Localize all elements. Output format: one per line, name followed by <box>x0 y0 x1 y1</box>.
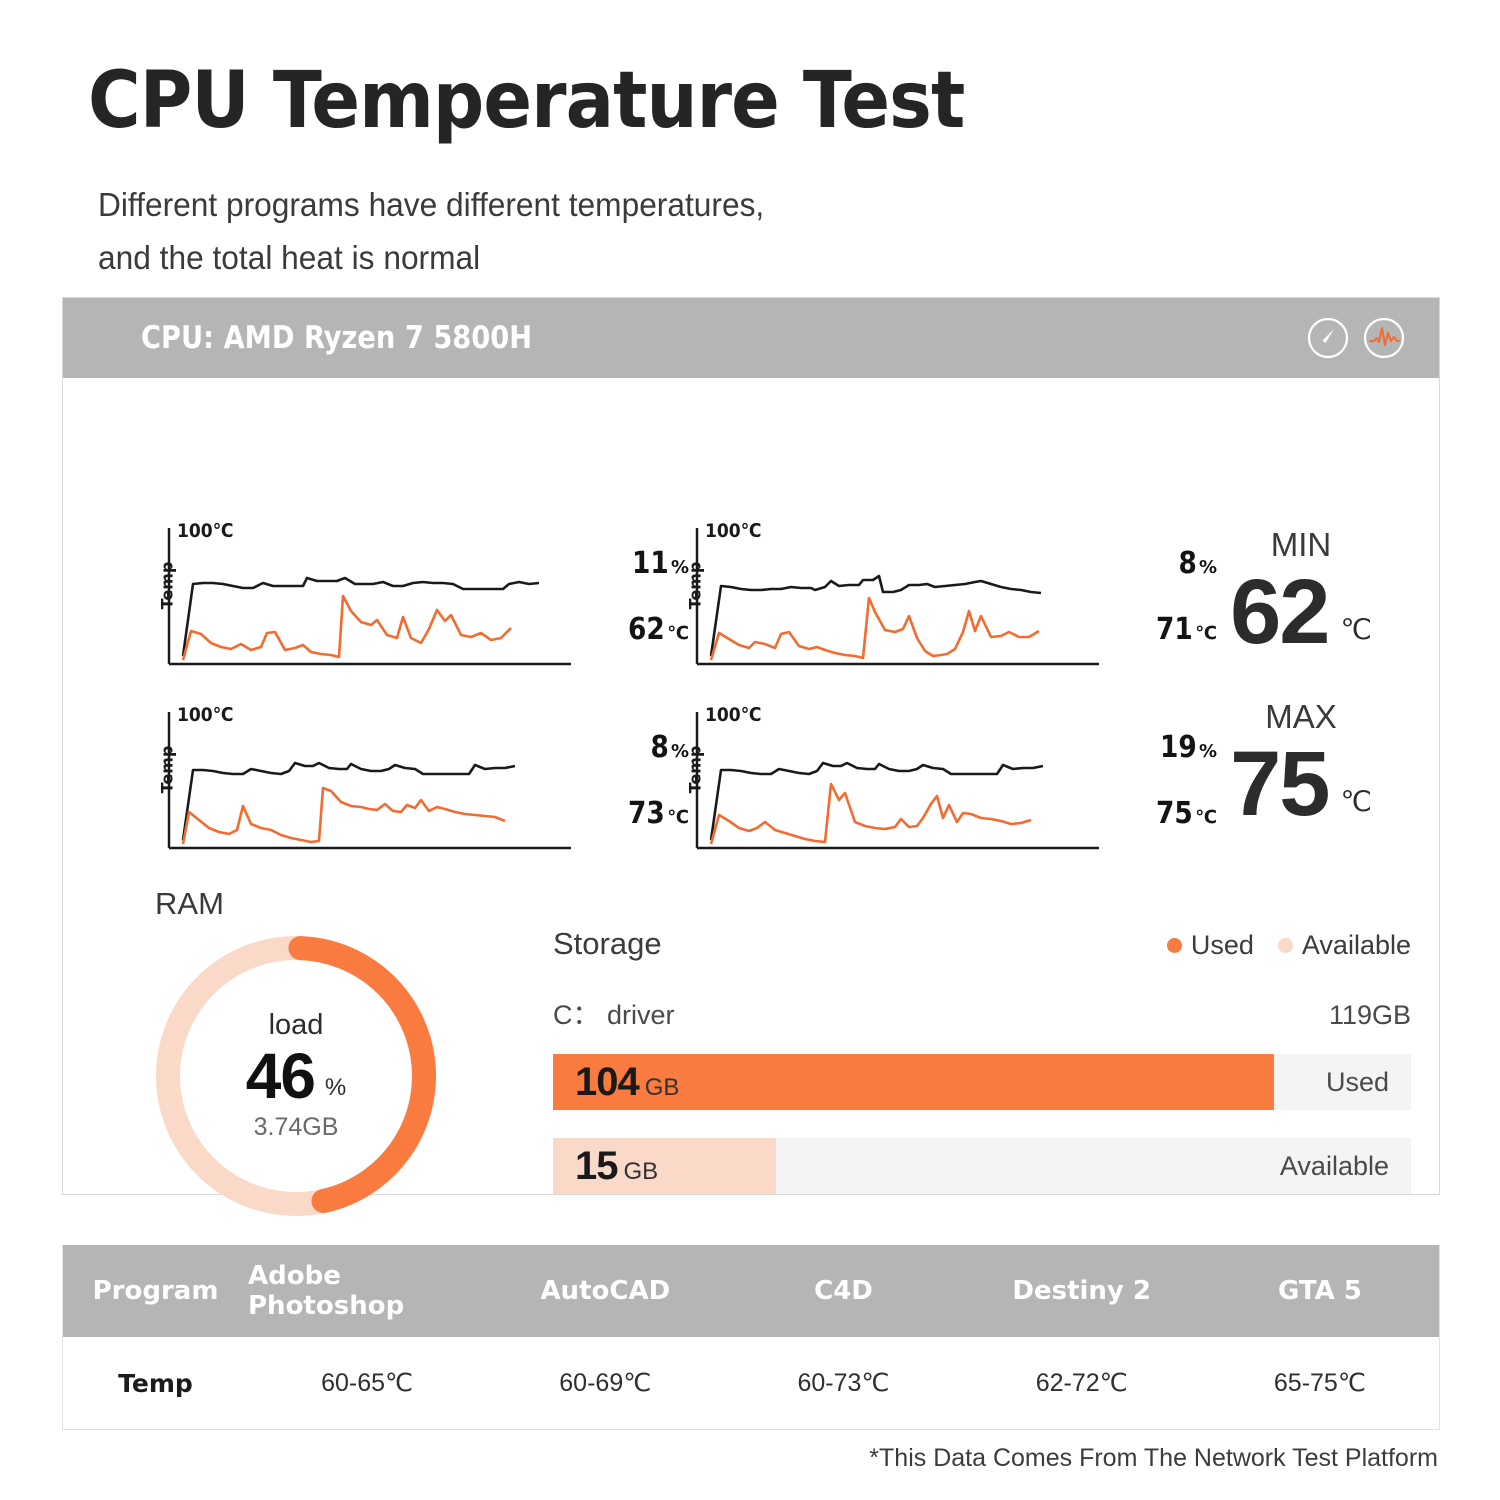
table-cell-temp-autocad: 60-69℃ <box>559 1369 652 1397</box>
chart-3-temp-readout: 73 ℃ <box>579 796 689 831</box>
storage-used-number: 104 <box>575 1060 640 1104</box>
table-cell-temp-photoshop: 60-65℃ <box>321 1369 414 1397</box>
subtitle-line-2: and the total heat is normal <box>98 239 481 277</box>
footnote: *This Data Comes From The Network Test P… <box>869 1444 1438 1472</box>
storage-bar-available: 15 GB Available <box>553 1138 1411 1194</box>
table-cell-temp-gta5: 65-75℃ <box>1273 1369 1366 1397</box>
cpu-model-label: CPU: AMD Ryzen 7 5800H <box>141 320 533 356</box>
table-cell-temp-c4d: 60-73℃ <box>797 1369 890 1397</box>
storage-legend: Used Available <box>1166 930 1411 961</box>
ram-percent-value: 46 <box>245 1039 316 1112</box>
table-header-destiny2: Destiny 2 <box>1012 1276 1152 1306</box>
table-header-photoshop: Adobe Photoshop <box>248 1261 405 1321</box>
page-title: CPU Temperature Test <box>88 56 965 146</box>
storage-bar-available-value: 15 GB <box>575 1146 658 1186</box>
storage-bar-used-value: 104 GB <box>575 1062 679 1102</box>
max-unit: ℃ <box>1340 786 1372 817</box>
ram-percent-unit: % <box>324 1073 347 1101</box>
temp-chart-2: 100℃ Temp 8% 71 ℃ <box>683 520 1217 674</box>
temp-chart-4: 100℃ Temp 19% 75 ℃ <box>683 704 1217 858</box>
storage-used-unit: GB <box>644 1074 680 1101</box>
chart-2-plot <box>695 528 1099 666</box>
table-row: Temp 60-65℃ 60-69℃ 60-73℃ 62-72℃ 65-75℃ <box>63 1337 1439 1429</box>
chart-3-percent-value: 8 <box>650 730 669 765</box>
min-label: MIN <box>1270 526 1332 563</box>
max-readout: MAX 75 ℃ <box>1183 698 1419 830</box>
storage-used-tag: Used <box>1325 1066 1389 1097</box>
table-header-program: Program <box>92 1276 219 1306</box>
storage-section-label: Storage <box>553 926 662 961</box>
panel-body: 100℃ Temp 11% 62 ℃ 100℃ Temp 8 % 71 ℃ 10… <box>63 378 1439 1216</box>
drive-name: C： driver <box>553 1000 675 1030</box>
min-unit: ℃ <box>1340 614 1372 645</box>
storage-available-number: 15 <box>575 1144 618 1188</box>
page-subtitle: Different programs have different temper… <box>98 178 764 285</box>
min-value: 62 <box>1230 561 1330 663</box>
legend-dot-available <box>1277 938 1293 953</box>
chart-4-plot <box>695 712 1099 850</box>
legend-label-available: Available <box>1301 930 1411 960</box>
infographic-page: CPU Temperature Test Different programs … <box>0 0 1500 1500</box>
temp-chart-3: 100℃ Temp 8% 73 ℃ <box>155 704 689 858</box>
panel-header-icons <box>1307 317 1405 359</box>
storage-available-unit: GB <box>623 1158 659 1185</box>
chart-1-percent-value: 11 <box>632 546 669 581</box>
pulse-wave-icon[interactable] <box>1363 317 1405 359</box>
ram-center-readout: load 46 % 3.74GB <box>148 928 444 1224</box>
chart-1-temp-value: 62 <box>628 612 666 647</box>
chart-1-percent-readout: 11% <box>579 546 689 581</box>
program-temperature-table: Program Adobe Photoshop AutoCAD C4D Dest… <box>62 1245 1440 1430</box>
table-cell-temp-destiny2: 62-72℃ <box>1035 1369 1128 1397</box>
chart-3-temp-value: 73 <box>628 796 666 831</box>
temp-chart-1: 100℃ Temp 11% 62 ℃ <box>155 520 689 674</box>
chart-3-plot <box>167 712 571 850</box>
min-readout: MIN 62 ℃ <box>1183 526 1419 658</box>
ram-load-label: load <box>268 1008 324 1041</box>
storage-available-tag: Available <box>1279 1150 1389 1181</box>
legend-item-available: Available <box>1277 930 1411 961</box>
speedometer-icon[interactable] <box>1307 317 1349 359</box>
table-header-c4d: C4D <box>814 1276 873 1306</box>
ram-amount: 3.74GB <box>253 1112 339 1141</box>
table-header-gta5: GTA 5 <box>1277 1276 1362 1306</box>
table-cell-temp-label: Temp <box>118 1368 193 1398</box>
chart-1-temp-readout: 62 ℃ <box>579 612 689 647</box>
legend-item-used: Used <box>1166 930 1254 961</box>
panel-header: CPU: AMD Ryzen 7 5800H <box>63 298 1439 378</box>
subtitle-line-1: Different programs have different temper… <box>98 186 765 223</box>
max-label: MAX <box>1265 698 1337 735</box>
table-header-autocad: AutoCAD <box>540 1276 671 1306</box>
drive-info-row: C： driver 119GB <box>553 993 1411 1032</box>
storage-bar-used: 104 GB Used <box>553 1054 1411 1110</box>
table-header-row: Program Adobe Photoshop AutoCAD C4D Dest… <box>63 1245 1439 1337</box>
legend-label-used: Used <box>1190 930 1254 960</box>
ram-section-label: RAM <box>155 886 224 921</box>
legend-dot-used <box>1166 938 1182 953</box>
cpu-monitor-panel: CPU: AMD Ryzen 7 5800H 100℃ Temp 11 % 62… <box>62 297 1440 1216</box>
chart-1-plot <box>167 528 571 666</box>
drive-total-size: 119GB <box>1328 1000 1411 1030</box>
chart-3-percent-readout: 8% <box>579 730 689 765</box>
max-value: 75 <box>1230 733 1330 835</box>
